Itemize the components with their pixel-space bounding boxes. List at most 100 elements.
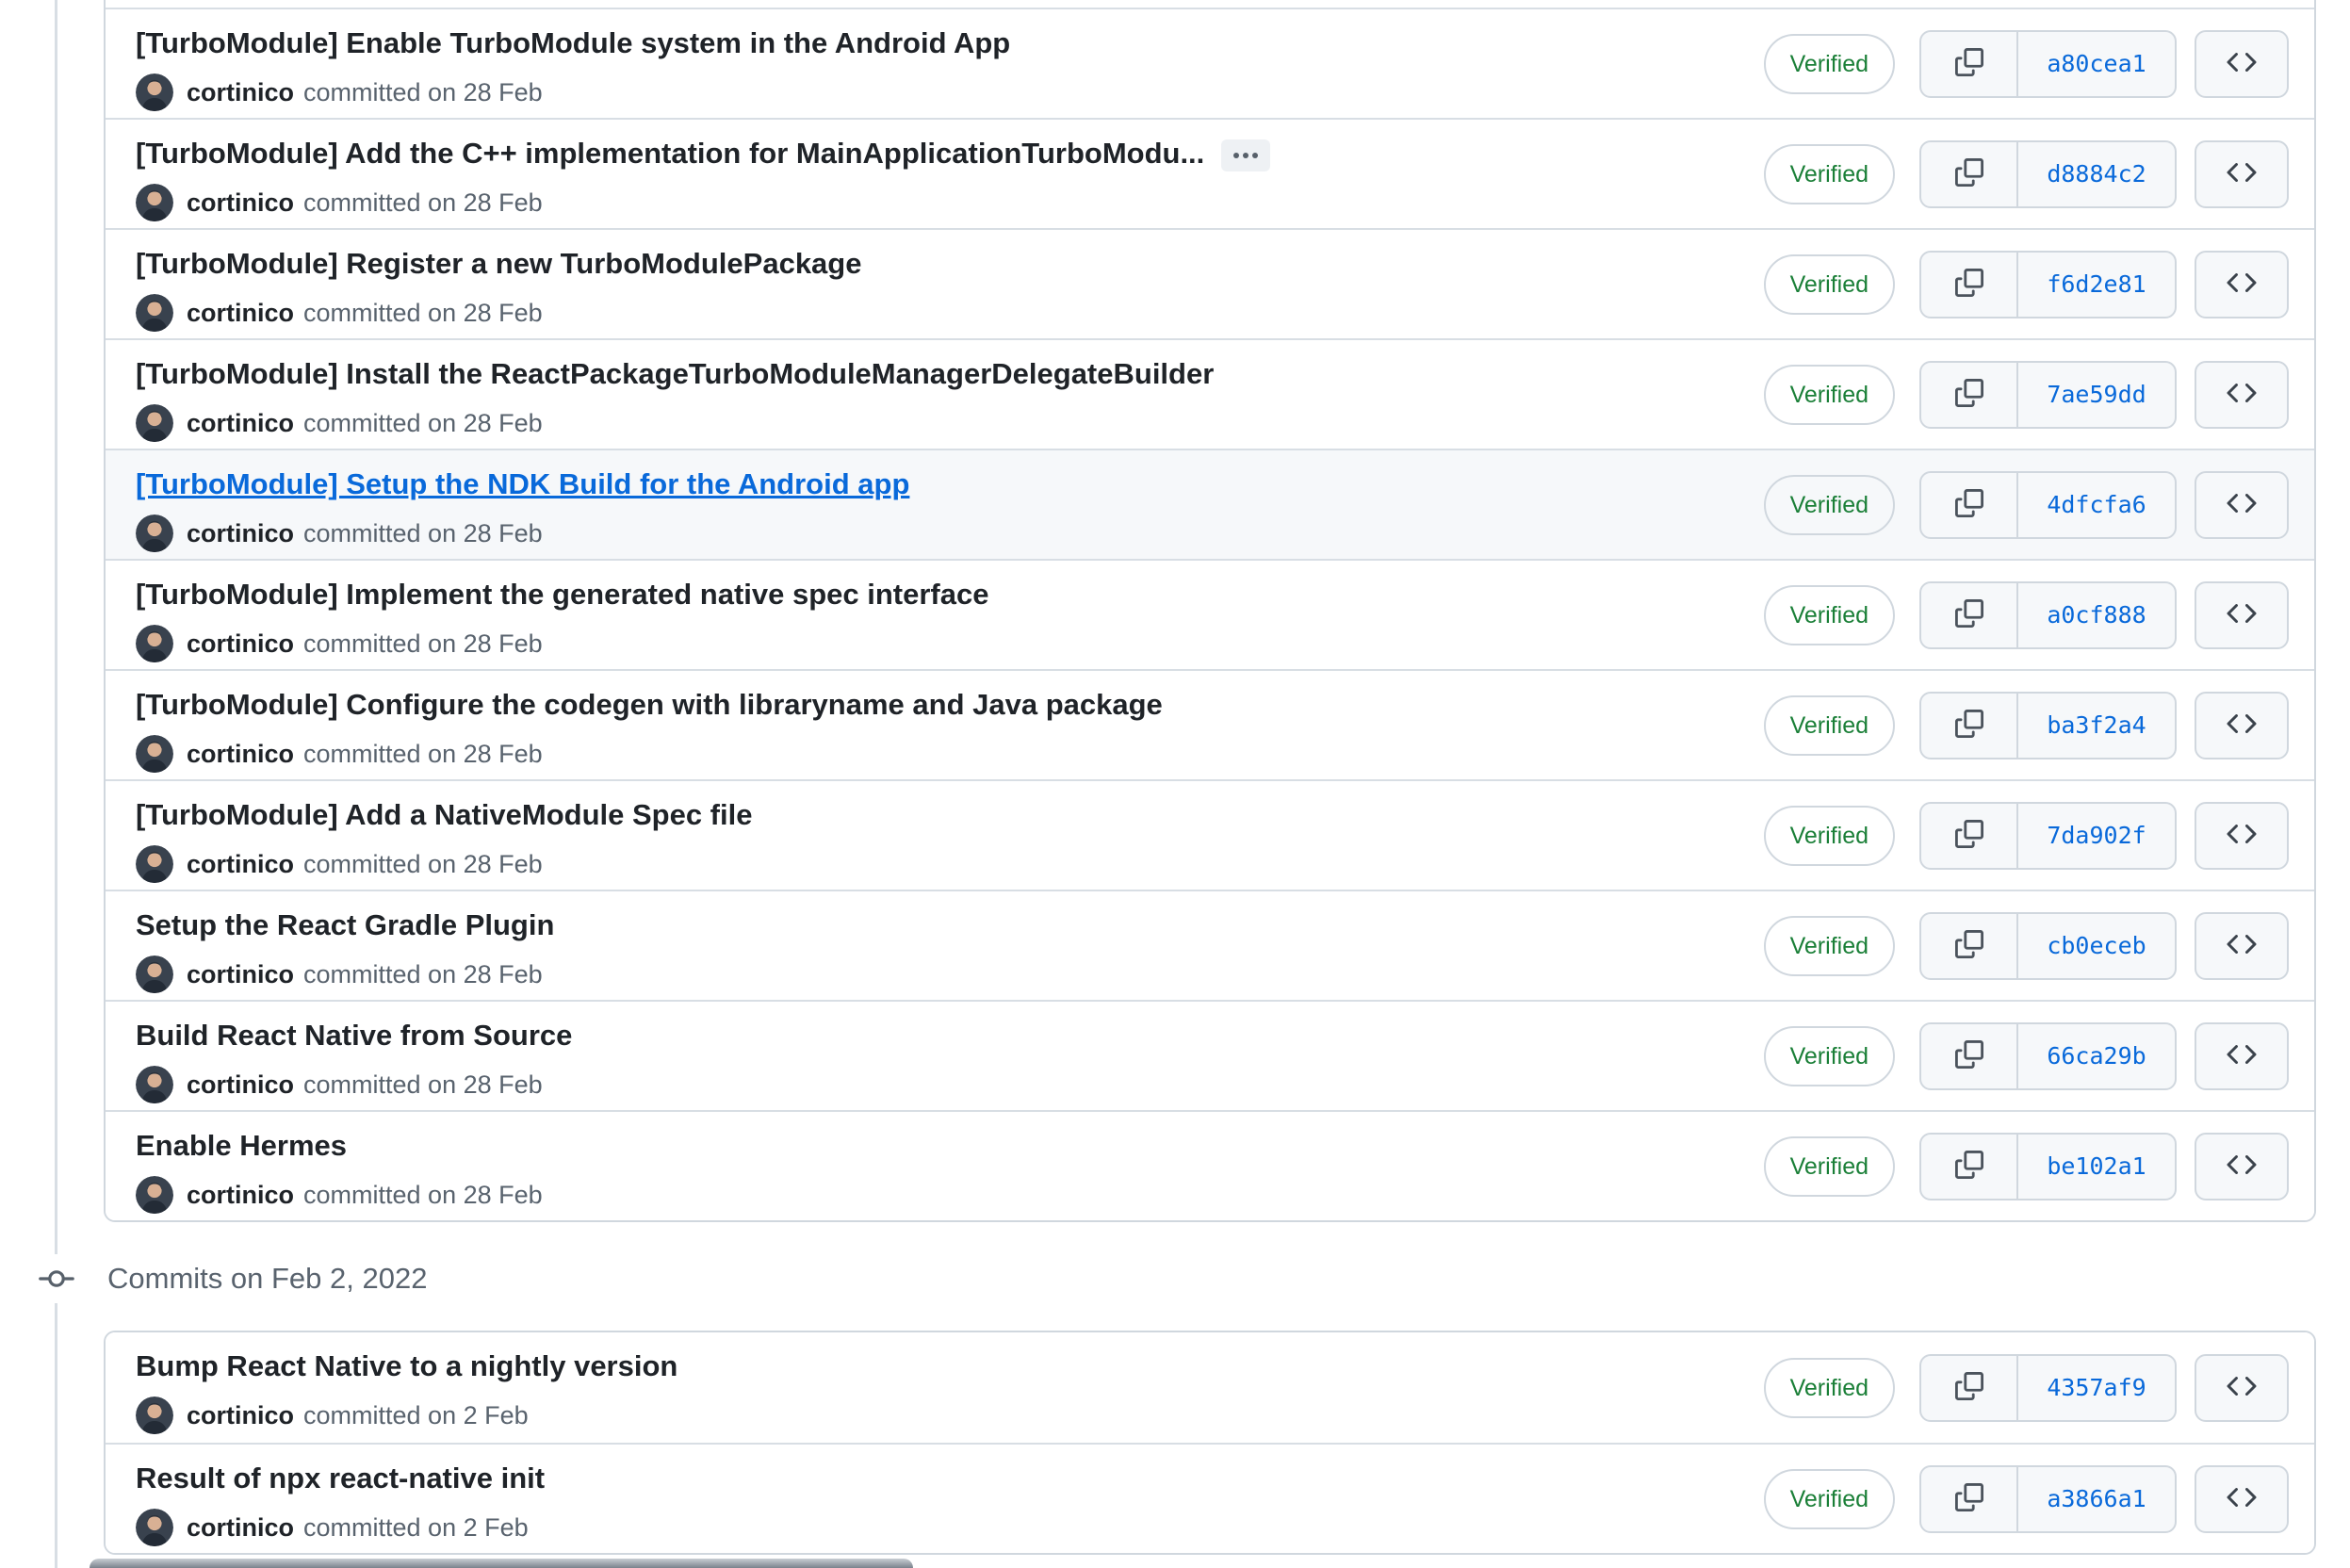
commit-title-link[interactable]: Setup the React Gradle Plugin [136,908,554,941]
author-avatar[interactable] [136,404,173,442]
browse-repo-button[interactable] [2195,580,2289,649]
author-avatar[interactable] [136,625,173,662]
browse-repo-button[interactable] [2195,250,2289,318]
author-avatar[interactable] [136,514,173,552]
commit-sha-link[interactable]: ba3f2a4 [2018,694,2175,758]
browse-repo-button[interactable] [2195,691,2289,760]
author-avatar[interactable] [136,1509,173,1546]
commit-author-link[interactable]: cortinico [187,1070,294,1100]
commit-sha-link[interactable]: f6d2e81 [2018,253,2175,317]
verified-badge[interactable]: Verified [1763,1025,1895,1086]
copy-sha-button[interactable] [1921,1355,2018,1420]
copy-sha-button[interactable] [1921,472,2018,537]
commit-sha-link[interactable]: 66ca29b [2018,1024,2175,1088]
copy-sha-button[interactable] [1921,582,2018,647]
commit-author-link[interactable]: cortinico [187,1181,294,1210]
commit-author-link[interactable]: cortinico [187,629,294,659]
author-avatar[interactable] [136,735,173,773]
commit-title-link[interactable]: [TurboModule] Configure the codegen with… [136,688,1163,721]
commit-meta-text: committed on 28 Feb [303,188,543,217]
commit-sha-link[interactable]: 4357af9 [2018,1356,2175,1420]
commit-sha-link[interactable]: 7da902f [2018,804,2175,868]
verified-badge[interactable]: Verified [1763,1135,1895,1197]
copy-sha-button[interactable] [1921,803,2018,868]
author-avatar[interactable] [136,1066,173,1103]
commit-title-link[interactable]: [TurboModule] Add the C++ implementation… [136,137,1204,170]
verified-badge[interactable]: Verified [1763,694,1895,756]
copy-sha-button[interactable] [1921,31,2018,96]
copy-sha-button[interactable] [1921,141,2018,206]
commit-author-link[interactable]: cortinico [187,960,294,989]
verified-badge[interactable]: Verified [1763,364,1895,425]
verified-badge[interactable]: Verified [1763,33,1895,94]
commit-author-link[interactable]: cortinico [187,188,294,218]
copy-sha-button[interactable] [1921,362,2018,427]
expand-commit-message-button[interactable] [1221,139,1271,172]
verified-badge[interactable]: Verified [1763,1468,1895,1529]
commit-author-link[interactable]: cortinico [187,299,294,328]
verified-badge[interactable]: Verified [1763,584,1895,645]
commit-author-link[interactable]: cortinico [187,740,294,769]
commit-sha-link[interactable]: 4dfcfa6 [2018,473,2175,537]
copy-sha-button[interactable] [1921,1466,2018,1531]
copy-sha-button[interactable] [1921,913,2018,978]
timeline-line [55,0,57,1568]
commit-sha-link[interactable]: cb0eceb [2018,914,2175,978]
commit-title-link[interactable]: [TurboModule] Add a NativeModule Spec fi… [136,798,752,831]
browse-repo-button[interactable] [2195,1021,2289,1090]
commit-sha-link[interactable]: 7ae59dd [2018,363,2175,427]
commit-author-link[interactable]: cortinico [187,1401,294,1430]
commit-author-link[interactable]: cortinico [187,409,294,438]
author-avatar[interactable] [136,845,173,883]
code-icon [2227,929,2257,962]
commit-sha-link[interactable]: be102a1 [2018,1135,2175,1199]
commit-meta-text: committed on 28 Feb [303,408,543,437]
author-avatar[interactable] [136,74,173,111]
commit-title-link[interactable]: Enable Hermes [136,1129,347,1162]
browse-repo-button[interactable] [2195,911,2289,980]
verified-badge[interactable]: Verified [1763,915,1895,976]
commit-title-link[interactable]: [TurboModule] Setup the NDK Build for th… [136,467,909,500]
commit-author-link[interactable]: cortinico [187,1513,294,1543]
browse-repo-button[interactable] [2195,360,2289,429]
browse-repo-button[interactable] [2195,801,2289,870]
author-avatar[interactable] [136,1176,173,1214]
verified-badge[interactable]: Verified [1763,1357,1895,1418]
commit-row-actions: Verified 7da902f [1763,801,2289,870]
commit-title-link[interactable]: Build React Native from Source [136,1019,572,1052]
author-avatar[interactable] [136,956,173,993]
commit-title-link[interactable]: [TurboModule] Install the ReactPackageTu… [136,357,1214,390]
commit-sha-link[interactable]: a0cf888 [2018,583,2175,647]
browse-repo-button[interactable] [2195,139,2289,208]
browse-repo-button[interactable] [2195,1132,2289,1200]
author-avatar[interactable] [136,1396,173,1434]
copy-sha-button[interactable] [1921,693,2018,758]
commit-sha-link[interactable]: a3866a1 [2018,1467,2175,1531]
commit-title-link[interactable]: Bump React Native to a nightly version [136,1349,677,1382]
commit-title-link[interactable]: [TurboModule] Enable TurboModule system … [136,26,1010,59]
code-icon [2227,157,2257,190]
commit-author-link[interactable]: cortinico [187,78,294,107]
commit-sha-link[interactable]: a80cea1 [2018,32,2175,96]
commit-author-link[interactable]: cortinico [187,519,294,548]
verified-badge[interactable]: Verified [1763,474,1895,535]
browse-repo-button[interactable] [2195,1353,2289,1422]
commit-sha-link[interactable]: d8884c2 [2018,142,2175,206]
commit-author-link[interactable]: cortinico [187,850,294,879]
browse-repo-button[interactable] [2195,29,2289,98]
commit-title-link[interactable]: [TurboModule] Implement the generated na… [136,578,988,611]
copy-sha-button[interactable] [1921,252,2018,317]
commit-title-link[interactable]: [TurboModule] Register a new TurboModule… [136,247,861,280]
copy-sha-button[interactable] [1921,1134,2018,1199]
browse-repo-button[interactable] [2195,470,2289,539]
browse-repo-button[interactable] [2195,1464,2289,1533]
commit-title-link[interactable]: Result of npx react-native init [136,1462,545,1494]
code-icon [2227,1039,2257,1072]
verified-badge[interactable]: Verified [1763,253,1895,315]
commit-row: [TurboModule] Implement the generated na… [106,559,2314,669]
author-avatar[interactable] [136,294,173,332]
verified-badge[interactable]: Verified [1763,805,1895,866]
copy-sha-button[interactable] [1921,1023,2018,1088]
verified-badge[interactable]: Verified [1763,143,1895,204]
author-avatar[interactable] [136,184,173,221]
